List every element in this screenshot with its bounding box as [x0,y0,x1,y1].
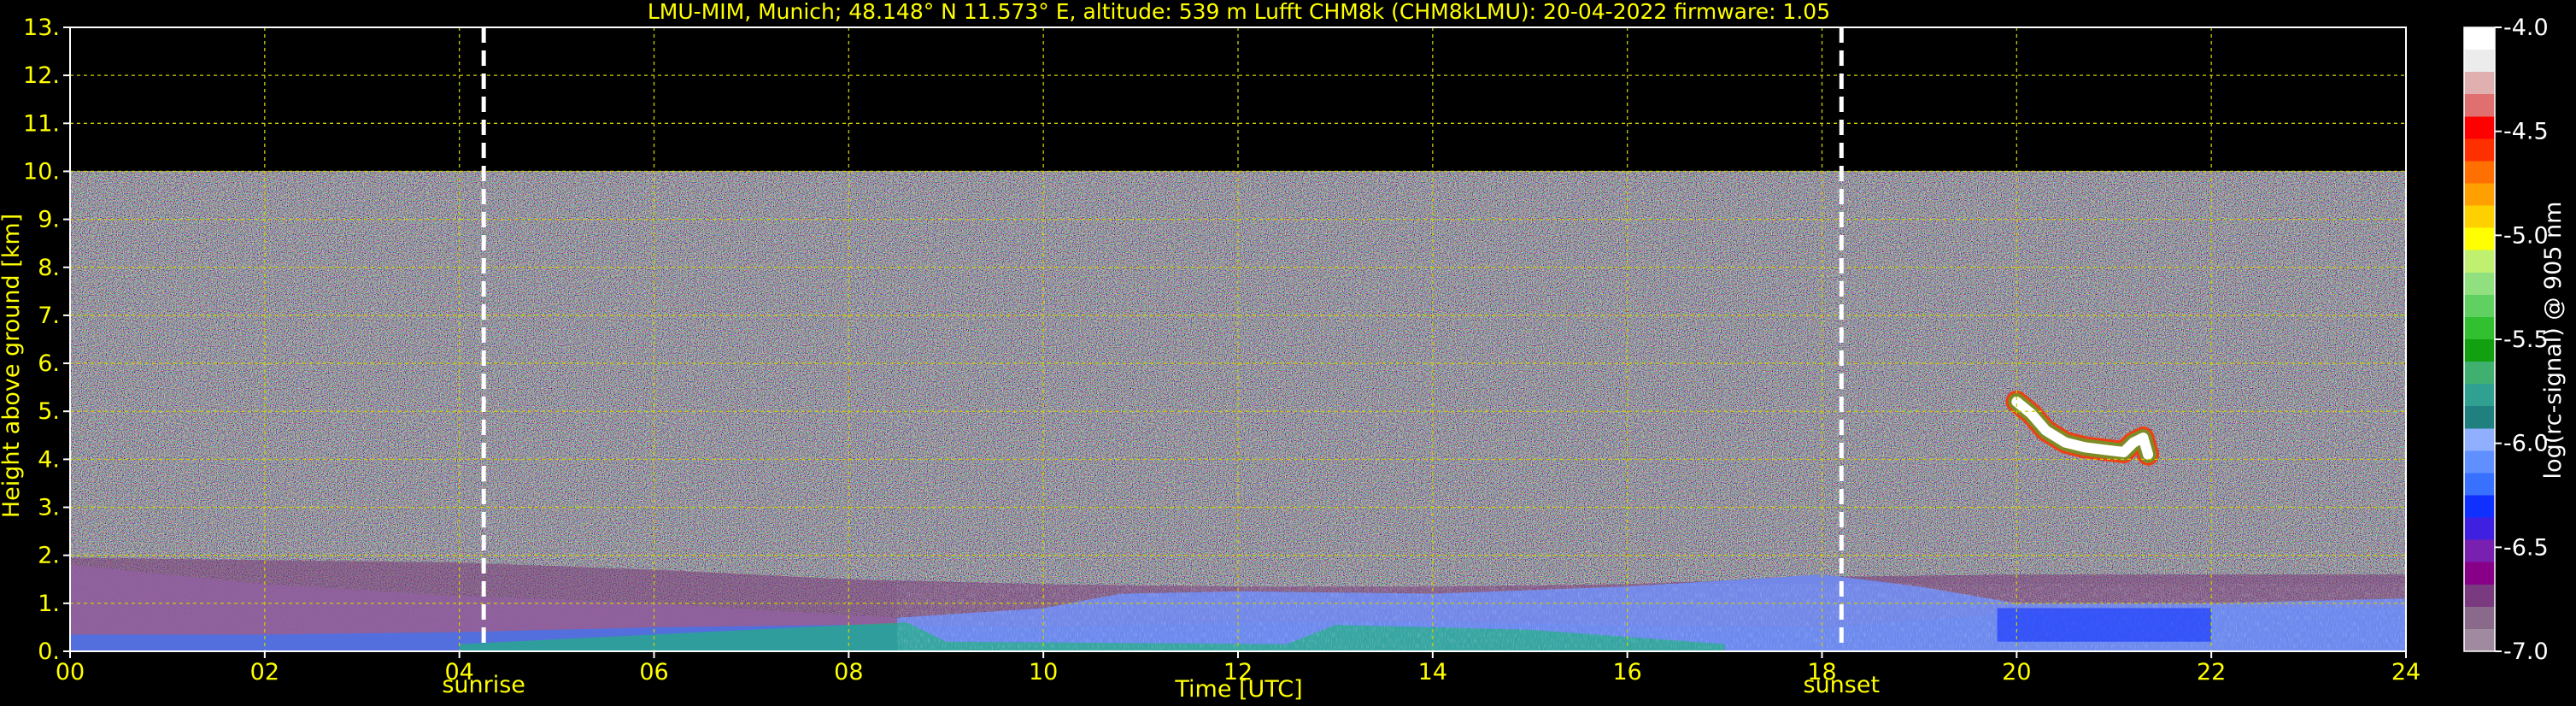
x-tick-label-1: 02 [250,659,279,685]
colorbar: -4.0-4.5-5.0-5.5-6.0-6.5-7.0 [2463,15,2549,665]
chart-title: LMU-MIM, Munich; 48.148° N 11.573° E, al… [648,0,1830,24]
colorbar-tick-label-6: -7.0 [2503,638,2549,665]
y-tick-label-2: 2. [38,543,60,569]
y-tick-label-10: 10. [23,158,60,185]
x-axis-label: Time [UTC] [1174,676,1302,703]
x-tick-label-10: 20 [2002,659,2031,685]
x-tick-label-9: 18 [1807,659,1836,685]
y-tick-label-6: 6. [38,350,60,377]
y-tick-label-8: 8. [38,255,60,281]
ceilometer-chart: sunrise sunset 00 02 04 06 08 10 12 14 16 18 20 22 24… [0,0,2567,703]
x-tick-label-12: 24 [2391,659,2421,685]
colorbar-tick-label-0: -4.0 [2503,15,2549,41]
y-tick-label-7: 7. [38,303,60,329]
y-tick-label-4: 4. [38,446,60,473]
colorbar-tick-label-1: -4.5 [2503,119,2549,145]
x-tick-label-8: 16 [1612,659,1641,685]
y-tick-label-9: 9. [38,207,60,233]
night-layer [1997,608,2212,642]
x-tick-label-11: 22 [2197,659,2226,685]
y-tick-label-3: 3. [38,495,60,521]
y-tick-label-13: 13. [23,15,60,41]
colorbar-tick-label-5: -6.5 [2503,534,2549,561]
colorbar-label: log(rc-signal) @ 905 nm [2540,202,2567,479]
y-tick-label-0: 0. [38,638,60,665]
y-tick-label-11: 11. [23,110,60,137]
x-tick-label-5: 10 [1029,659,1058,685]
x-tick-label-4: 08 [834,659,863,685]
y-axis-label: Height above ground [km] [0,214,25,518]
y-tick-label-1: 1. [38,591,60,617]
plot-area [70,27,2406,651]
x-tick-label-2: 04 [444,659,473,685]
colorbar-gradient [2464,27,2495,651]
x-tick-label-3: 06 [639,659,668,685]
x-tick-label-7: 14 [1418,659,1447,685]
y-tick-label-12: 12. [23,62,60,89]
y-tick-label-5: 5. [38,398,60,425]
